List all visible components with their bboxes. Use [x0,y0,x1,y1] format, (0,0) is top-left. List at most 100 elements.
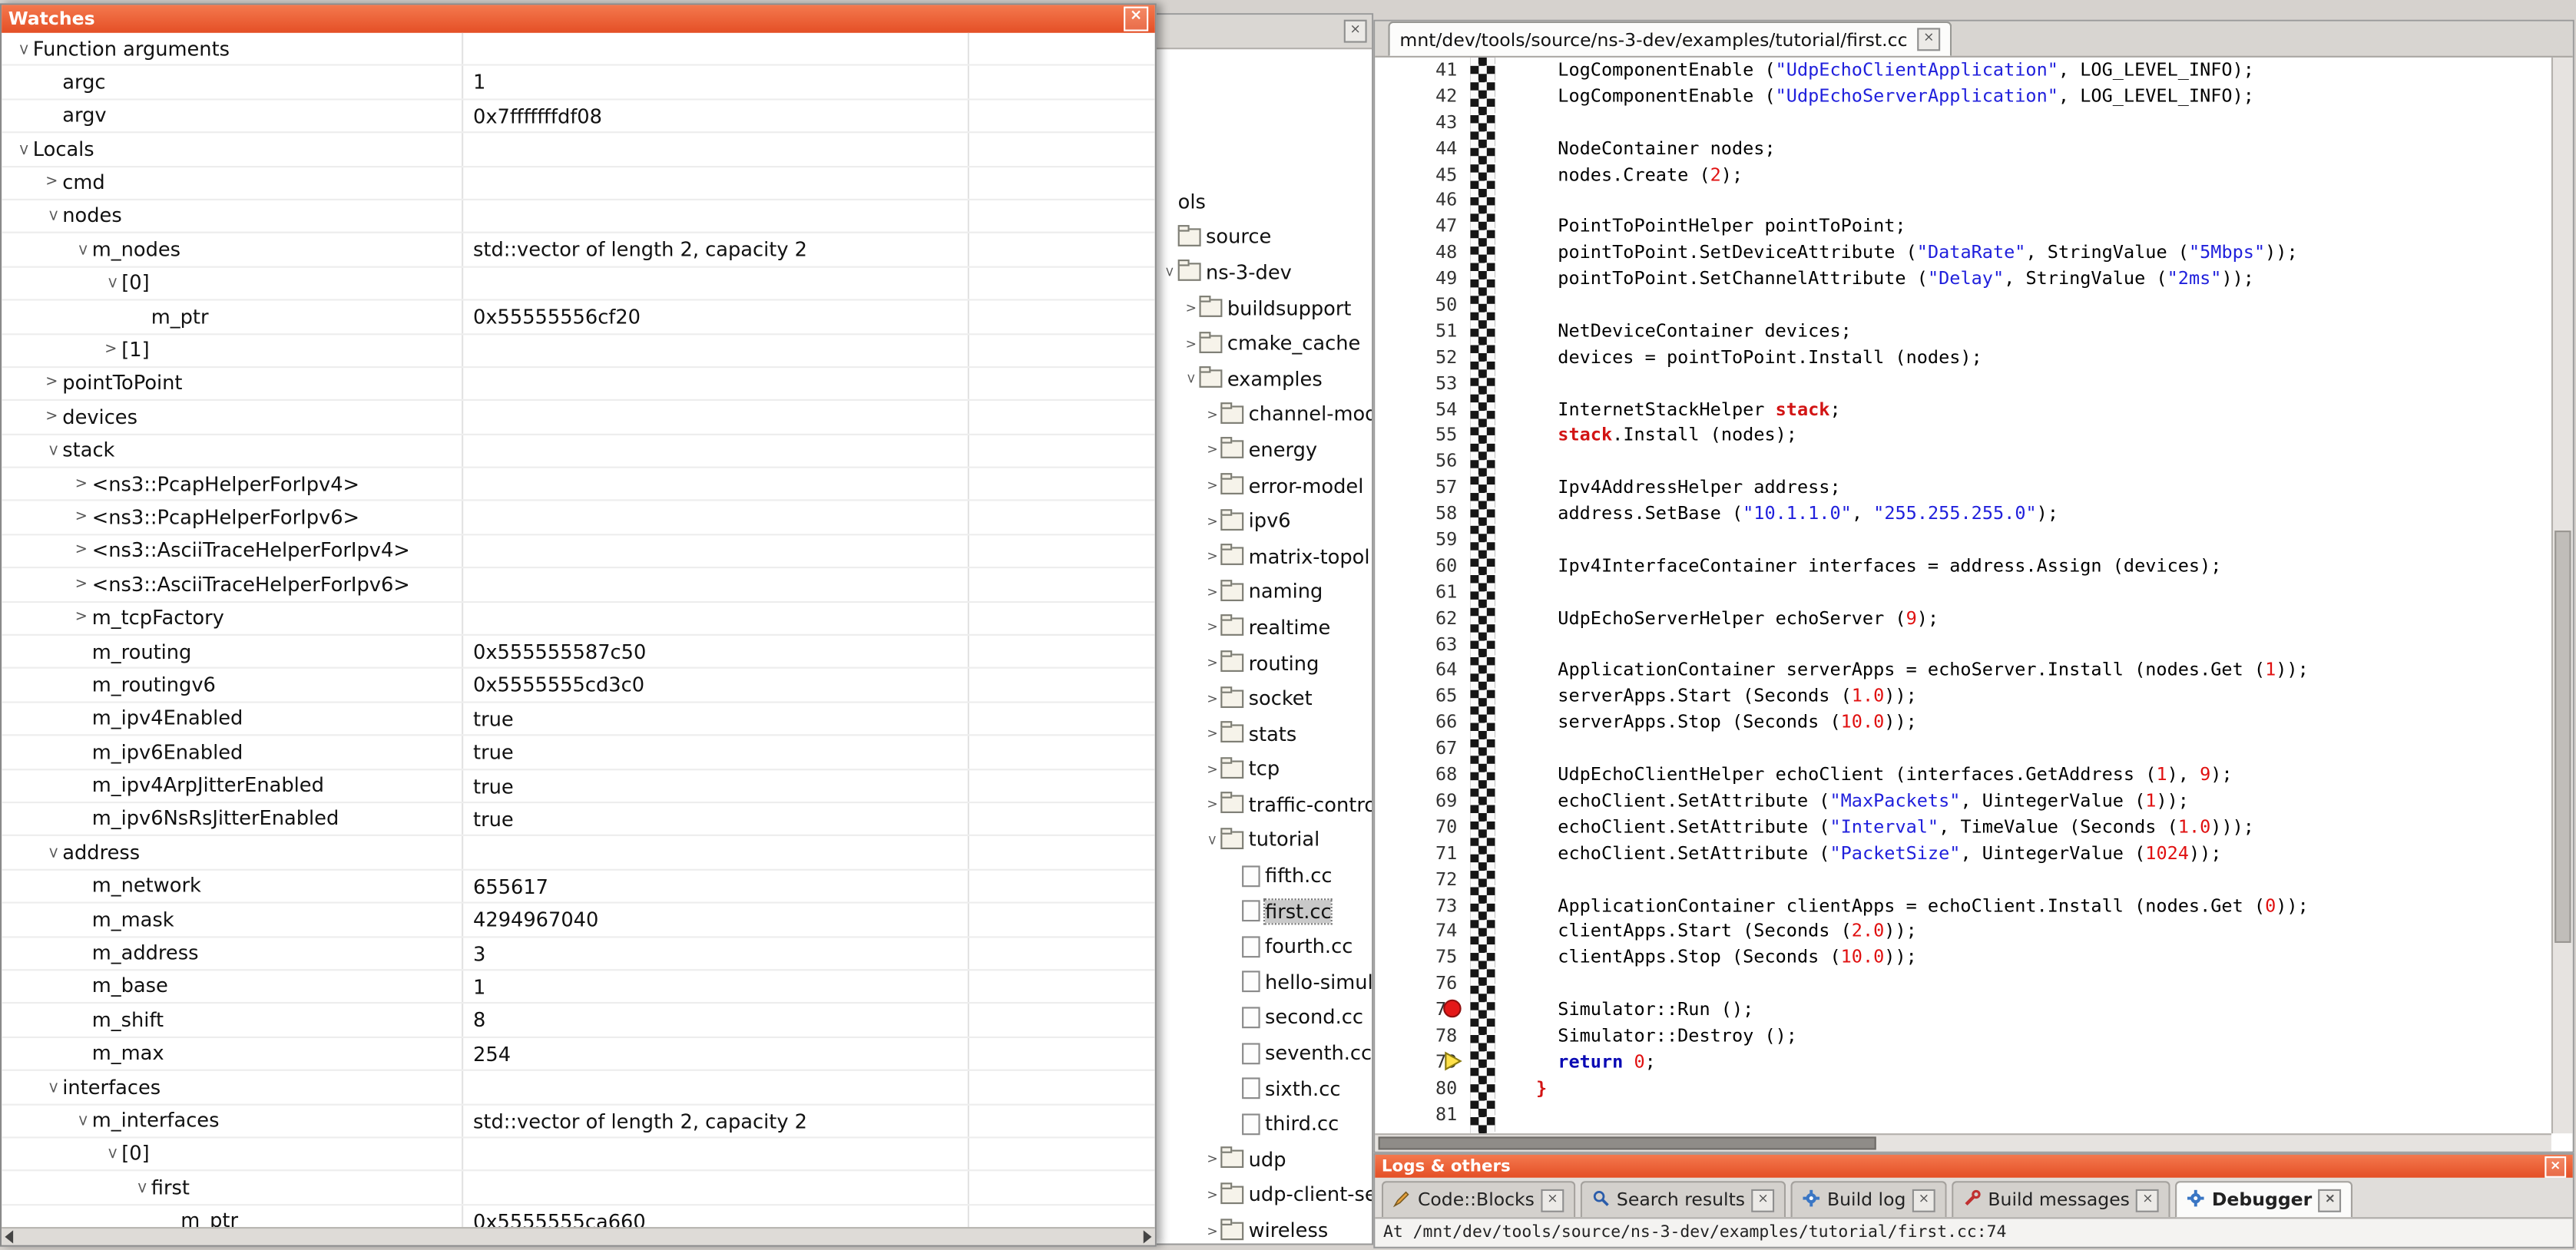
code-line[interactable]: 68 UdpEchoClientHelper echoClient (inter… [1375,762,2551,789]
tree-item[interactable]: >matrix-topol [1151,539,1372,574]
twisty-icon[interactable]: > [35,206,69,227]
tab-close-icon[interactable]: × [1752,1189,1775,1212]
twisty-icon[interactable]: > [100,334,121,365]
code-line[interactable]: 71 echoClient.SetAttribute ("PacketSize"… [1375,841,2551,867]
tree-item[interactable]: >stats [1151,716,1372,752]
tree-item[interactable]: sixth.cc [1151,1070,1372,1106]
code-line[interactable]: 45 nodes.Create (2); [1375,162,2551,188]
code-line[interactable]: 73 ApplicationContainer clientApps = ech… [1375,893,2551,919]
twisty-icon[interactable]: > [1204,762,1220,776]
tab-code-blocks[interactable]: Code::Blocks× [1382,1181,1576,1217]
code-line[interactable]: 62 UdpEchoServerHelper echoServer (9); [1375,606,2551,632]
code-line[interactable]: 58 address.SetBase ("10.1.1.0", "255.255… [1375,501,2551,527]
editor-body[interactable]: 41 LogComponentEnable ("UdpEchoClientApp… [1375,58,2551,1133]
twisty-icon[interactable]: > [71,468,92,500]
tree-item[interactable]: ols [1151,184,1372,220]
twisty-icon[interactable]: > [1205,832,1220,848]
watch-row[interactable]: ><ns3::PcapHelperForIpv6> [2,501,1155,535]
code-line[interactable]: 72 [1375,867,2551,893]
watch-row[interactable]: >interfaces [2,1071,1155,1105]
code-line[interactable]: 64 ApplicationContainer serverApps = ech… [1375,658,2551,684]
tree-item[interactable]: >udp-client-ser [1151,1177,1372,1212]
twisty-icon[interactable]: > [1204,1223,1220,1238]
twisty-icon[interactable]: > [1204,656,1220,670]
watch-row[interactable]: >pointToPoint [2,368,1155,402]
tab-close-icon[interactable]: × [1912,1189,1935,1212]
twisty-icon[interactable]: > [94,273,128,294]
tree-item[interactable]: hello-simul [1151,964,1372,1000]
twisty-icon[interactable]: > [71,569,92,600]
watch-row[interactable]: m_mask4294967040 [2,904,1155,938]
watch-row[interactable]: >[0] [2,1138,1155,1172]
watch-row[interactable]: >nodes [2,200,1155,234]
tree-item[interactable]: >channel-mod [1151,397,1372,432]
watch-row[interactable]: m_ipv4ArpJitterEnabledtrue [2,769,1155,803]
watch-row[interactable]: m_ipv4Enabledtrue [2,703,1155,736]
code-line[interactable]: 74 clientApps.Start (Seconds (2.0)); [1375,919,2551,945]
breakpoint-icon[interactable] [1442,999,1464,1020]
hscroll-thumb[interactable] [1379,1136,1876,1149]
twisty-icon[interactable]: > [65,1110,98,1132]
watch-row[interactable]: >Locals [2,134,1155,167]
code-line[interactable]: 56 [1375,449,2551,475]
code-line[interactable]: 65 serverApps.Start (Seconds (1.0)); [1375,684,2551,710]
vscroll-thumb[interactable] [2554,531,2571,943]
tab-build-log[interactable]: Build log× [1791,1181,1947,1217]
tree-item[interactable]: >socket [1151,680,1372,716]
code-line[interactable]: 53 [1375,371,2551,397]
code-line[interactable]: 46 [1375,188,2551,214]
watch-row[interactable]: ><ns3::AsciiTraceHelperForIpv4> [2,535,1155,569]
watch-row[interactable]: >stack [2,435,1155,468]
tree-item[interactable]: >examples [1151,362,1372,397]
tree-item[interactable]: seventh.cc [1151,1035,1372,1070]
tab-close-icon[interactable]: × [2137,1189,2160,1212]
code-line[interactable]: 79 return 0; [1375,1050,2551,1076]
watch-row[interactable]: argv0x7fffffffdf08 [2,100,1155,134]
code-line[interactable]: 63 [1375,632,2551,658]
code-line[interactable]: 77 Simulator::Run (); [1375,997,2551,1023]
tree-item[interactable]: >buildsupport [1151,290,1372,326]
watch-row[interactable]: >cmd [2,167,1155,200]
watches-close-icon[interactable]: × [1124,7,1148,31]
twisty-icon[interactable]: > [1204,549,1220,564]
twisty-icon[interactable]: > [41,368,62,399]
code-line[interactable]: 75 clientApps.Stop (Seconds (10.0)); [1375,945,2551,971]
twisty-icon[interactable]: > [1204,407,1220,422]
twisty-icon[interactable]: > [1204,584,1220,599]
code-line[interactable]: 50 [1375,293,2551,319]
twisty-icon[interactable]: > [124,1177,157,1199]
watch-row[interactable]: m_ipv6Enabledtrue [2,736,1155,770]
tab-search-results[interactable]: Search results× [1581,1181,1786,1217]
watches-titlebar[interactable]: Watches × [2,5,1155,32]
tab-build-messages[interactable]: Build messages× [1952,1181,2170,1217]
tab-close-icon[interactable]: × [1541,1189,1564,1212]
twisty-icon[interactable]: > [35,1076,69,1098]
code-line[interactable]: 48 pointToPoint.SetDeviceAttribute ("Dat… [1375,240,2551,266]
watch-row[interactable]: m_ipv6NsRsJitterEnabledtrue [2,803,1155,837]
watch-row[interactable]: ><ns3::PcapHelperForIpv4> [2,468,1155,502]
tab-close-icon[interactable]: × [2319,1189,2342,1212]
twisty-icon[interactable]: > [1204,442,1220,457]
watch-row[interactable]: >first [2,1172,1155,1205]
code-line[interactable]: 59 [1375,527,2551,554]
twisty-icon[interactable]: > [1204,1152,1220,1166]
scroll-left-icon[interactable] [5,1230,13,1243]
tree-item[interactable]: >error-model [1151,468,1372,503]
watches-hscrollbar[interactable] [2,1227,1155,1245]
watch-row[interactable]: m_routingv60x5555555cd3c0 [2,670,1155,703]
twisty-icon[interactable]: > [71,501,92,533]
watch-row[interactable]: >address [2,837,1155,871]
twisty-icon[interactable]: > [94,1143,128,1165]
logs-close-icon[interactable]: × [2545,1156,2566,1177]
tree-item[interactable]: fourth.cc [1151,929,1372,964]
watch-row[interactable]: m_ptr0x55555556cf20 [2,301,1155,335]
twisty-icon[interactable]: > [41,167,62,198]
twisty-icon[interactable]: > [71,535,92,567]
tree-item[interactable]: >naming [1151,574,1372,610]
watch-row[interactable]: >m_interfacesstd::vector of length 2, ca… [2,1105,1155,1139]
watch-row[interactable]: >[1] [2,334,1155,368]
watch-row[interactable]: argc1 [2,66,1155,100]
tree-item[interactable]: second.cc [1151,1000,1372,1035]
logs-titlebar[interactable]: Logs & others × [1375,1155,2572,1178]
tree-item[interactable]: >routing [1151,645,1372,680]
